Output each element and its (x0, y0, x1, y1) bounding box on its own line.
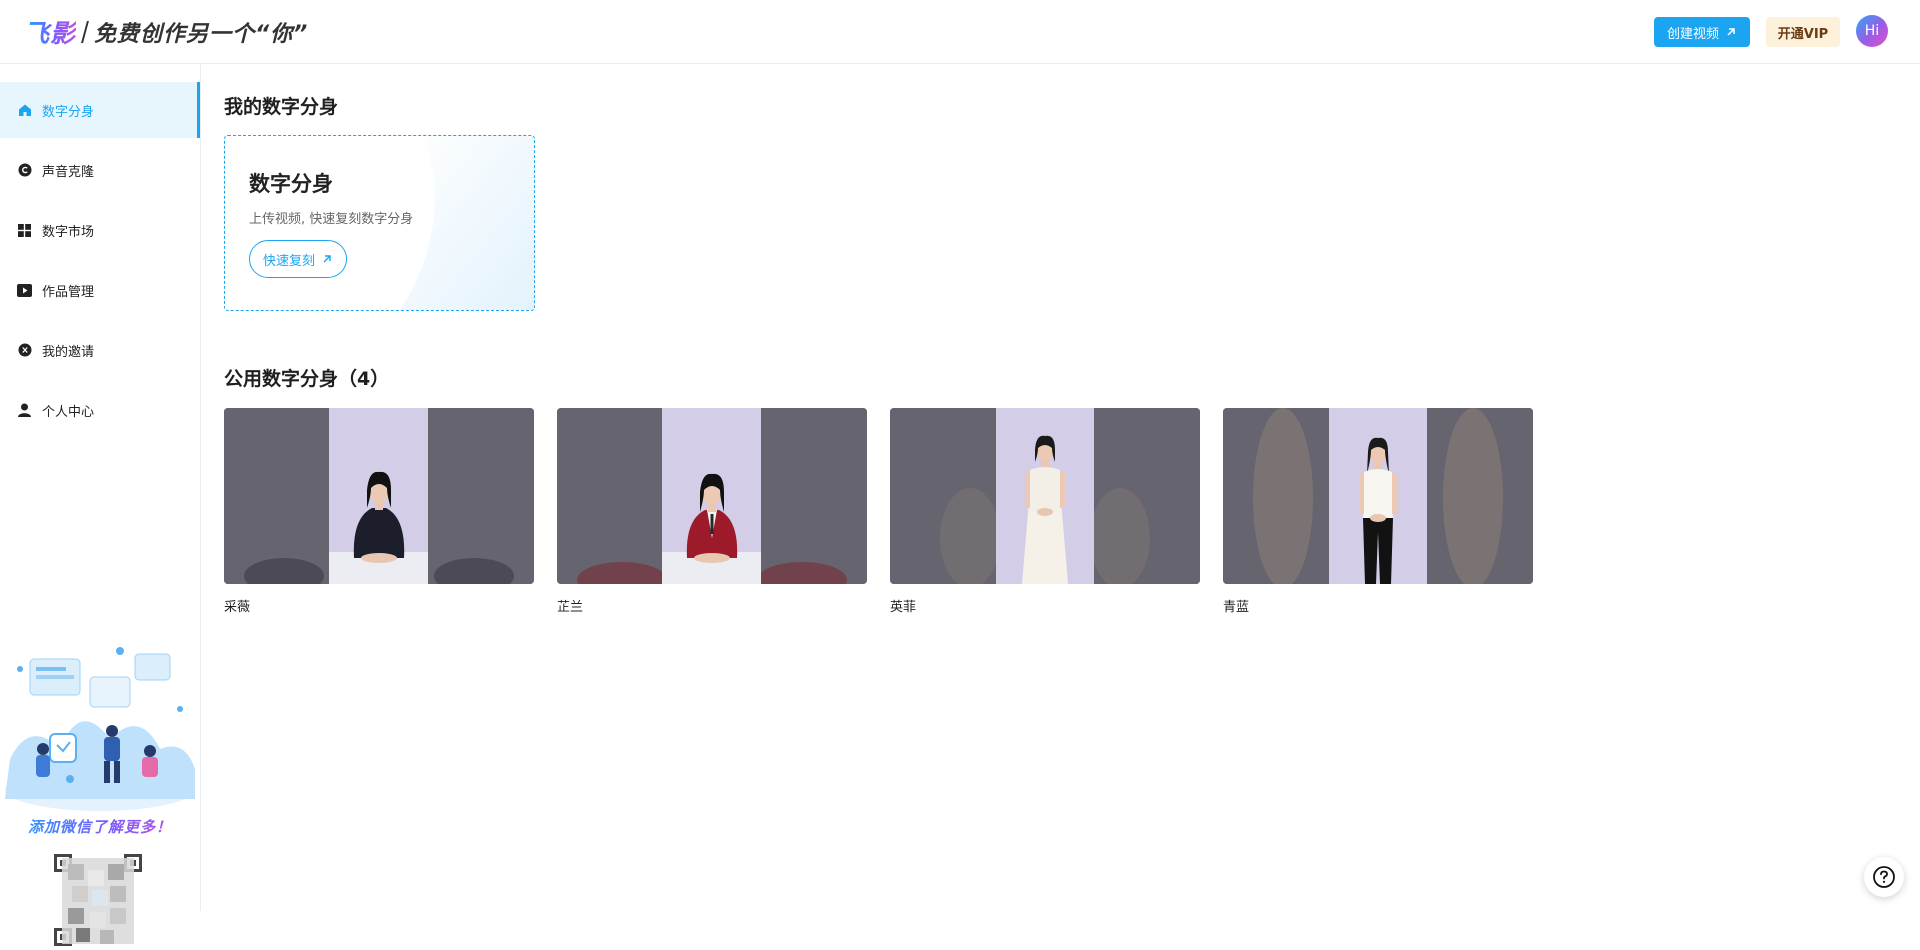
avatar-thumbnail (224, 408, 534, 584)
invite-icon (17, 343, 32, 358)
avatar-name: 采薇 (224, 600, 251, 615)
quick-clone-button[interactable]: 快速复刻 (249, 240, 347, 278)
logo-mark: 飞影 (24, 14, 76, 50)
avatar-thumbnail (557, 408, 867, 584)
avatar-name: 芷兰 (557, 600, 584, 615)
create-avatar-card[interactable]: 数字分身 上传视频, 快速复刻数字分身 快速复刻 (224, 135, 535, 311)
home-icon (17, 103, 32, 118)
card-decoration (394, 136, 534, 310)
wechat-qr-code (48, 850, 148, 950)
top-header: 飞影 免费创作另一个“你” 创建视频 开通VIP Hi (0, 0, 1920, 64)
promo-illustration (5, 647, 195, 811)
sidebar: 数字分身 声音克隆 数字市场 作品管理 我的邀请 个人中心 添加微信了解更多！ (0, 64, 201, 950)
copyright-c-icon (17, 163, 32, 178)
arrow-up-right-icon (1727, 28, 1735, 36)
sidebar-item-label: 声音克隆 (42, 164, 95, 180)
sidebar-item-voice-clone[interactable]: 声音克隆 (0, 142, 200, 198)
avatar-thumbnail (890, 408, 1200, 584)
open-vip-button[interactable]: 开通VIP (1766, 17, 1840, 47)
help-button[interactable] (1864, 857, 1904, 897)
user-icon (17, 403, 32, 418)
vip-label: 开通VIP (1777, 26, 1829, 42)
grid-icon (17, 223, 32, 238)
sidebar-item-label: 数字分身 (42, 104, 95, 120)
arrow-up-right-icon (323, 255, 331, 263)
sidebar-item-profile[interactable]: 个人中心 (0, 382, 200, 438)
create-video-label: 创建视频 (1666, 26, 1719, 42)
avatar-name: 英菲 (890, 600, 917, 615)
sidebar-item-label: 个人中心 (42, 404, 95, 420)
brand-logo[interactable]: 飞影 免费创作另一个“你” (24, 16, 308, 48)
card-title: 数字分身 (249, 172, 333, 196)
sidebar-item-digital-avatar[interactable]: 数字分身 (0, 82, 200, 138)
public-avatar-card[interactable]: 青蓝 (1223, 408, 1533, 615)
sidebar-item-label: 数字市场 (42, 224, 95, 240)
public-avatar-card[interactable]: 英菲 (890, 408, 1200, 615)
sidebar-item-digital-market[interactable]: 数字市场 (0, 202, 200, 258)
quick-clone-label: 快速复刻 (262, 253, 315, 269)
public-avatar-card[interactable]: 芷兰 (557, 408, 867, 615)
create-video-button[interactable]: 创建视频 (1654, 17, 1750, 47)
avatar-text: Hi (1864, 23, 1880, 39)
help-question-icon (1873, 866, 1895, 888)
sidebar-item-label: 作品管理 (42, 284, 95, 300)
sidebar-item-label: 我的邀请 (42, 344, 95, 360)
video-play-icon (17, 283, 32, 298)
public-avatar-section-title: 公用数字分身（4） (224, 368, 390, 390)
avatar-thumbnail (1223, 408, 1533, 584)
user-avatar[interactable]: Hi (1856, 15, 1888, 47)
sidebar-item-works[interactable]: 作品管理 (0, 262, 200, 318)
avatar-name: 青蓝 (1223, 600, 1250, 615)
logo-slogan: 免费创作另一个“你” (94, 22, 309, 47)
promo-text: 添加微信了解更多！ (0, 816, 200, 837)
sidebar-item-invite[interactable]: 我的邀请 (0, 322, 200, 378)
public-avatar-card[interactable]: 采薇 (224, 408, 534, 615)
logo-divider (81, 21, 89, 43)
my-avatar-section-title: 我的数字分身 (224, 96, 339, 118)
card-description: 上传视频, 快速复刻数字分身 (249, 212, 414, 227)
